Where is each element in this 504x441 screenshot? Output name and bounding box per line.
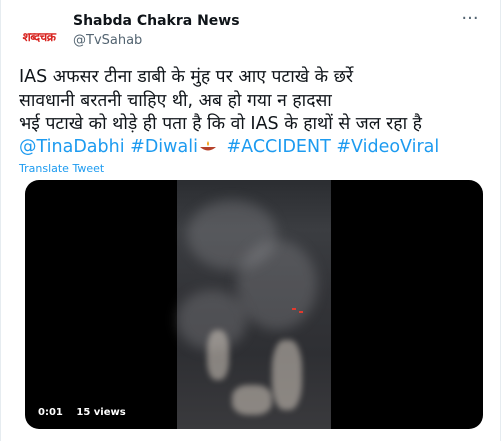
diya-icon <box>199 141 216 151</box>
account-name[interactable]: Shabda Chakra News <box>73 13 240 29</box>
tweet-text: IAS अफसर टीना डाबी के मुंह पर आए पटाखे क… <box>19 66 489 137</box>
video-views: 15 views <box>76 407 126 418</box>
tweet-tags: @TinaDabhi #Diwali #ACCIDENT #VideoViral <box>19 136 439 159</box>
tweet-line-2: सावधानी बरतनी चाहिए थी, अब हो गया न हादस… <box>19 90 332 111</box>
mention-link[interactable]: @TinaDabhi <box>19 137 125 157</box>
tweet-line-1: IAS अफसर टीना डाबी के मुंह पर आए पटाखे क… <box>19 67 354 87</box>
tweet-line-3: भई पटाखे को थोड़े ही पता है कि वो IAS के… <box>19 114 422 134</box>
hashtag-videoviral[interactable]: #VideoViral <box>336 137 439 157</box>
more-icon[interactable]: ··· <box>459 10 481 32</box>
tweet-card: शब्दचक्र Shabda Chakra News @TvSahab ···… <box>0 0 501 441</box>
avatar-logo-text: शब्दचक्र <box>22 29 56 44</box>
video-time: 0:01 <box>38 407 63 418</box>
translate-tweet-link[interactable]: Translate Tweet <box>19 162 104 175</box>
account-handle[interactable]: @TvSahab <box>73 33 142 48</box>
avatar[interactable]: शब्दचक्र <box>15 12 63 60</box>
hashtag-accident[interactable]: #ACCIDENT <box>227 137 331 157</box>
hashtag-diwali[interactable]: #Diwali <box>130 137 198 157</box>
video-stats: 0:01 15 views <box>38 407 136 418</box>
video-player[interactable]: 0:01 15 views <box>25 180 483 429</box>
video-frame <box>177 180 331 429</box>
